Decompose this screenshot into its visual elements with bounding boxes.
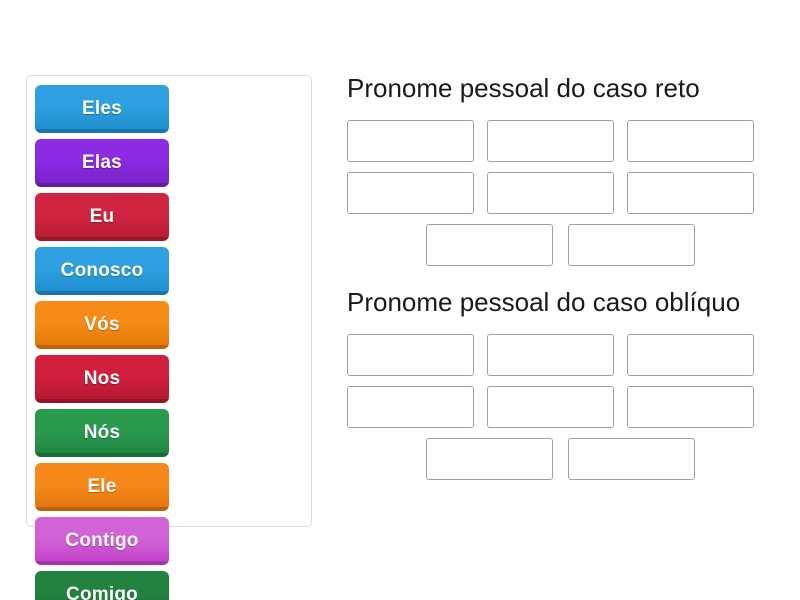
group-title-reto: Pronome pessoal do caso reto [347, 73, 700, 103]
drop-row [347, 385, 777, 428]
word-tile-label: Conosco [60, 260, 144, 281]
drop-zone-reto[interactable] [425, 223, 553, 266]
drop-zone-reto[interactable] [627, 119, 754, 162]
drop-zone-reto[interactable] [487, 171, 614, 214]
drop-zone-reto[interactable] [567, 223, 695, 266]
word-tile[interactable]: Conosco [35, 247, 169, 295]
word-tile[interactable]: Nós [35, 409, 169, 457]
group-reto: Pronome pessoal do caso reto [347, 73, 777, 266]
word-tile[interactable]: Vós [35, 301, 169, 349]
word-tile-label: Comigo [66, 584, 138, 600]
drop-zone-obliquo[interactable] [567, 437, 695, 480]
group-rows-reto [347, 119, 777, 266]
word-tile[interactable]: Eu [35, 193, 169, 241]
drop-zone-obliquo[interactable] [425, 437, 553, 480]
drop-zone-reto[interactable] [347, 171, 474, 214]
drop-zone-obliquo[interactable] [627, 385, 754, 428]
drop-zone-reto[interactable] [627, 171, 754, 214]
activity-stage: Eles Elas Eu Conosco Vós Nos Nós Ele Contigo Comi… [0, 0, 800, 600]
word-tile[interactable]: Nos [35, 355, 169, 403]
drop-zone-obliquo[interactable] [347, 385, 474, 428]
word-tile[interactable]: Ele [35, 463, 169, 511]
word-tile-label: Vós [84, 314, 120, 335]
word-tile-label: Eles [82, 98, 122, 119]
group-obliquo: Pronome pessoal do caso oblíquo [347, 286, 777, 480]
drop-row [347, 437, 777, 480]
word-tile[interactable]: Contigo [35, 517, 169, 565]
group-rows-obliquo [347, 333, 777, 480]
word-tile-label: Nós [83, 422, 121, 443]
word-tile[interactable]: Comigo [35, 571, 169, 600]
drop-row [347, 119, 777, 162]
word-tile-label: Eu [89, 206, 115, 227]
drop-zone-obliquo[interactable] [487, 385, 614, 428]
group-title-obliquo: Pronome pessoal do caso oblíquo [347, 286, 741, 317]
word-tile[interactable]: Eles [35, 85, 169, 133]
drop-zone-obliquo[interactable] [627, 333, 754, 376]
word-tile[interactable]: Elas [35, 139, 169, 187]
word-tile-label: Ele [87, 476, 117, 497]
drop-row [347, 223, 777, 266]
word-tile-label: Nos [83, 368, 121, 389]
drop-zone-obliquo[interactable] [487, 333, 614, 376]
drop-row [347, 171, 777, 214]
drop-zone-obliquo[interactable] [347, 333, 474, 376]
drop-zone-reto[interactable] [347, 119, 474, 162]
word-tile-label: Contigo [65, 530, 139, 551]
word-tile-label: Elas [82, 152, 122, 173]
tile-bank: Eles Elas Eu Conosco Vós Nos Nós Ele Contigo Comi… [26, 75, 312, 600]
drop-row [347, 333, 777, 376]
drop-zone-reto[interactable] [487, 119, 614, 162]
answer-groups: Pronome pessoal do caso reto Pronome pes… [347, 73, 777, 502]
